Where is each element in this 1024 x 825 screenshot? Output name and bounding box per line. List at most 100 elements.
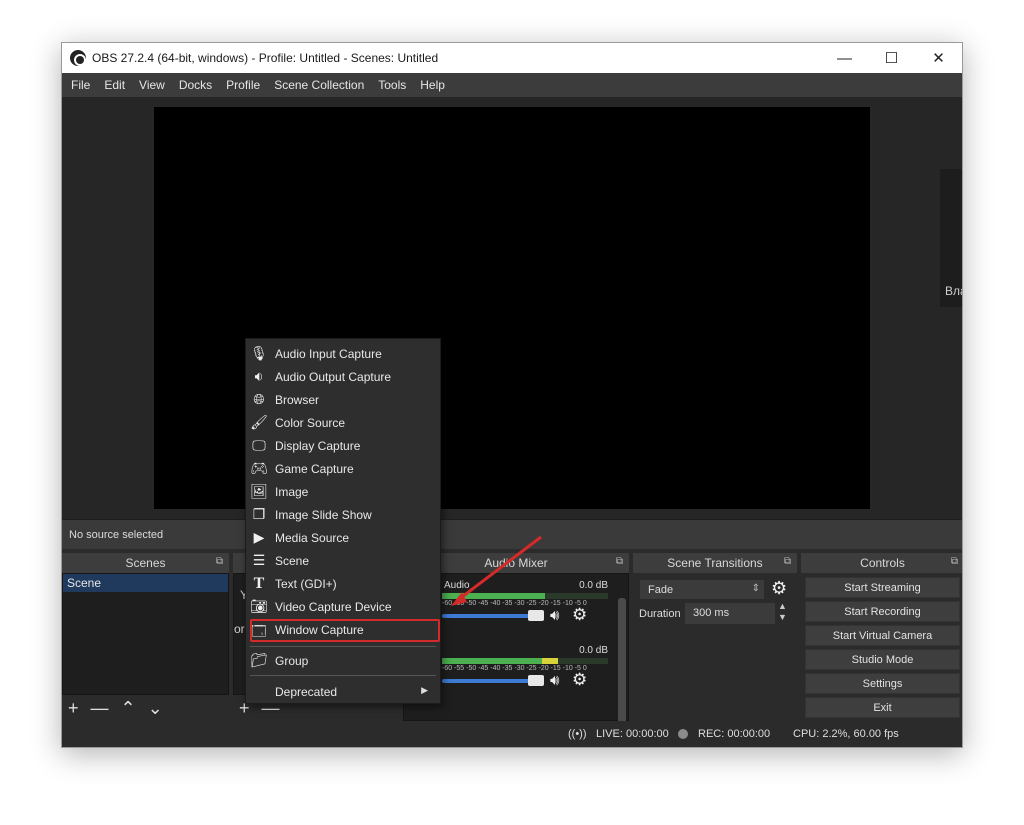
fader-handle[interactable] <box>528 610 544 621</box>
undock-icon[interactable]: ⧉ <box>951 556 958 567</box>
sources-peek-text-2: or <box>234 622 245 636</box>
menu-file[interactable]: File <box>64 78 97 92</box>
scene-transitions-header: Scene Transitions ⧉ <box>633 553 797 573</box>
menu-item-browser[interactable]: 🌐︎ Browser <box>246 389 440 411</box>
speaker-icon[interactable]: 🔊︎ <box>550 672 559 689</box>
menu-item-deprecated[interactable]: Deprecated ▶ <box>246 681 440 703</box>
preview-area: Вла <box>62 97 962 521</box>
menu-item-image-slide-show[interactable]: ❐ Image Slide Show <box>246 504 440 526</box>
menu-item-media-source[interactable]: ▶ Media Source <box>246 527 440 549</box>
gear-icon[interactable]: ⚙ <box>572 605 587 625</box>
scene-transitions-dock: Scene Transitions ⧉ Fade ⇕ ⚙ Duration 30… <box>633 553 797 721</box>
mixer-scrollbar[interactable] <box>618 598 626 728</box>
audio-mixer-title: Audio Mixer <box>484 556 548 570</box>
obs-window: OBS 27.2.4 (64-bit, windows) - Profile: … <box>61 42 963 748</box>
speaker-icon[interactable]: 🔊︎ <box>550 607 559 624</box>
menu-item-video-capture-device[interactable]: 📷︎ Video Capture Device <box>246 596 440 618</box>
menu-item-image[interactable]: 🖼︎ Image <box>246 481 440 503</box>
text-icon: T <box>253 575 265 592</box>
minimize-button[interactable]: — <box>821 43 868 73</box>
close-button[interactable]: ✕ <box>915 43 962 73</box>
menu-tools[interactable]: Tools <box>371 78 413 92</box>
obs-logo-icon <box>70 50 86 66</box>
menu-help[interactable]: Help <box>413 78 452 92</box>
menu-scene-collection[interactable]: Scene Collection <box>267 78 371 92</box>
volume-meter <box>442 658 608 664</box>
start-streaming-button[interactable]: Start Streaming <box>805 577 960 598</box>
remove-scene-button[interactable]: — <box>91 699 109 717</box>
volume-fader[interactable] <box>442 679 534 683</box>
menu-item-color-source[interactable]: 🖌︎ Color Source <box>246 412 440 434</box>
menu-view[interactable]: View <box>132 78 172 92</box>
studio-mode-button[interactable]: Studio Mode <box>805 649 960 670</box>
live-timer: LIVE: 00:00:00 <box>596 728 669 740</box>
exit-button[interactable]: Exit <box>805 697 960 718</box>
select-spinner-icon: ⇕ <box>751 583 760 594</box>
channel-name: Audio <box>444 580 470 591</box>
meter-level <box>442 658 542 664</box>
menu-profile[interactable]: Profile <box>219 78 267 92</box>
menu-separator <box>250 646 436 647</box>
maximize-button[interactable]: ☐ <box>868 43 915 73</box>
menu-item-scene[interactable]: ☰ Scene <box>246 550 440 572</box>
scenes-dock-header: Scenes ⧉ <box>62 553 229 573</box>
list-icon: ☰ <box>252 552 266 568</box>
transition-select[interactable]: Fade ⇕ <box>639 579 765 600</box>
start-recording-button[interactable]: Start Recording <box>805 601 960 622</box>
volume-fader[interactable] <box>442 614 534 618</box>
undock-icon[interactable]: ⧉ <box>784 556 791 567</box>
gamepad-icon: 🎮︎ <box>250 460 268 476</box>
folder-icon: 📁︎ <box>250 652 268 668</box>
source-status-bar: No source selected <box>62 519 962 549</box>
move-scene-down-button[interactable]: ⌄ <box>148 699 163 717</box>
duration-value: 300 ms <box>693 607 730 619</box>
menu-item-game-capture[interactable]: 🎮︎ Game Capture <box>246 458 440 480</box>
gear-icon[interactable]: ⚙ <box>771 578 787 599</box>
menu-item-group[interactable]: 📁︎ Group <box>246 650 440 672</box>
meter-level-yellow <box>541 658 559 664</box>
settings-button[interactable]: Settings <box>805 673 960 694</box>
menu-item-display-capture[interactable]: 🖵︎ Display Capture <box>246 435 440 457</box>
menu-docks[interactable]: Docks <box>172 78 219 92</box>
transition-value: Fade <box>648 584 674 596</box>
submenu-arrow-icon: ▶ <box>421 685 428 695</box>
undock-icon[interactable]: ⧉ <box>616 556 623 567</box>
window-title: OBS 27.2.4 (64-bit, windows) - Profile: … <box>92 51 439 65</box>
side-dock-label: Вла <box>945 284 962 298</box>
speaker-icon: 🔉︎ <box>254 368 264 384</box>
duration-input[interactable]: 300 ms <box>685 603 775 624</box>
move-scene-up-button[interactable]: ⌃ <box>121 699 136 717</box>
undock-icon[interactable]: ⧉ <box>216 556 223 567</box>
duration-spinner-icon[interactable]: ▲ ▼ <box>778 601 787 623</box>
volume-meter <box>442 593 608 599</box>
source-status-text: No source selected <box>69 529 164 541</box>
side-dock[interactable]: Вла <box>940 169 962 307</box>
scenes-title: Scenes <box>125 556 166 570</box>
fader-handle[interactable] <box>528 675 544 686</box>
add-source-menu: 🎙︎ Audio Input Capture 🔉︎ Audio Output C… <box>245 338 441 704</box>
scene-transitions-title: Scene Transitions <box>667 556 763 570</box>
menu-item-audio-output-capture[interactable]: 🔉︎ Audio Output Capture <box>246 366 440 388</box>
controls-title: Controls <box>860 556 905 570</box>
menu-item-audio-input-capture[interactable]: 🎙︎ Audio Input Capture <box>246 343 440 365</box>
scenes-footer: + — ⌃ ⌄ <box>62 695 229 721</box>
add-scene-button[interactable]: + <box>68 699 79 717</box>
gear-icon[interactable]: ⚙ <box>572 670 587 690</box>
scene-list-item[interactable]: Scene <box>63 574 228 592</box>
play-icon: ▶ <box>253 529 265 545</box>
globe-icon: 🌐︎ <box>253 391 265 407</box>
controls-dock: Controls ⧉ Start Streaming Start Recordi… <box>801 553 962 721</box>
menu-edit[interactable]: Edit <box>97 78 132 92</box>
controls-body: Start Streaming Start Recording Start Vi… <box>801 573 962 721</box>
cpu-fps: CPU: 2.2%, 60.00 fps <box>793 728 899 740</box>
scenes-dock: Scenes ⧉ Scene + — ⌃ ⌄ <box>62 553 229 721</box>
rec-timer: REC: 00:00:00 <box>698 728 771 740</box>
scene-transitions-body: Fade ⇕ ⚙ Duration 300 ms ▲ ▼ <box>633 573 797 721</box>
scenes-list[interactable]: Scene <box>62 573 229 695</box>
title-bar: OBS 27.2.4 (64-bit, windows) - Profile: … <box>62 43 962 73</box>
duration-label: Duration <box>639 608 681 620</box>
menu-item-text-gdi[interactable]: T Text (GDI+) <box>246 573 440 595</box>
monitor-icon: 🖵︎ <box>252 437 266 453</box>
start-virtual-camera-button[interactable]: Start Virtual Camera <box>805 625 960 646</box>
menu-bar: File Edit View Docks Profile Scene Colle… <box>62 73 962 97</box>
